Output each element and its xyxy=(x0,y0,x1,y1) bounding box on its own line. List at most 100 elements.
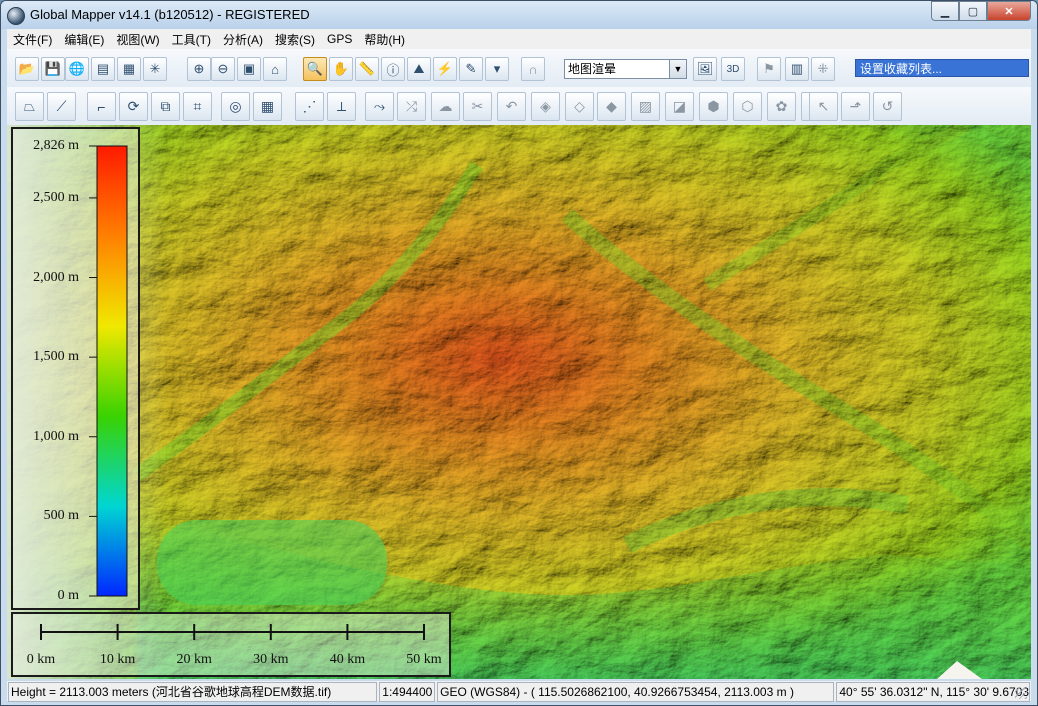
legend-label: 0 m xyxy=(57,588,79,603)
flag-icon[interactable]: ⚑ xyxy=(757,57,781,81)
title-bar[interactable]: Global Mapper v14.1 (b120512) - REGISTER… xyxy=(1,1,1037,29)
overlay-control-icon[interactable]: ▦ xyxy=(117,57,141,81)
cut-line-icon[interactable]: ✂ xyxy=(463,92,492,121)
minimize-button[interactable]: ▁ xyxy=(931,1,959,21)
menu-tools[interactable]: 工具(T) xyxy=(166,31,217,48)
pan-tool-icon[interactable]: ✋ xyxy=(329,57,353,81)
curve-back-icon[interactable]: ↺ xyxy=(873,92,902,121)
attribute-code-icon[interactable]: ⌗ xyxy=(183,92,212,121)
union-icon[interactable]: ◇ xyxy=(565,92,594,121)
legend-label: 2,826 m xyxy=(33,138,79,153)
status-bar: Height = 2113.003 meters (河北省谷歌地球高程DEM数据… xyxy=(7,681,1031,702)
scale-label: 50 km xyxy=(406,652,442,667)
create-line-icon[interactable]: ⟋ xyxy=(47,92,76,121)
globe-app-icon[interactable] xyxy=(7,7,25,25)
split-line-icon[interactable]: ⤳ xyxy=(365,92,394,121)
dropdown-tool-icon[interactable]: ▾ xyxy=(485,57,509,81)
shader-select[interactable]: 地图渲晕 ▼ xyxy=(564,59,687,79)
elevation-legend: 2,826 m 2,500 m 2,000 m 1,500 m 1,000 m 500 m… xyxy=(11,127,140,610)
color-ramp-bar xyxy=(96,145,128,597)
main-toolbar: 地图渲晕 ▼ 设置收藏列表... 📂 💾 🌐 ▤ ▦ ✳ ⊕ ⊖ ▣ ⌂ 🔍 ✋ 📏 ⓘ ⛰ ⚡ ✎ ▾ ∩ 🖼 3D ⚑… xyxy=(7,49,1031,88)
legend-label: 2,500 m xyxy=(33,189,79,205)
maximize-icon: ▢ xyxy=(967,5,979,18)
close-icon: ✕ xyxy=(1004,5,1014,18)
digitizer-icon[interactable]: ✎ xyxy=(459,57,483,81)
buffer-icon[interactable]: ◈ xyxy=(531,92,560,121)
create-point-icon[interactable]: ⌐ xyxy=(87,92,116,121)
gps-icon[interactable]: ∩ xyxy=(521,57,545,81)
chevron-down-icon[interactable]: ▼ xyxy=(669,60,686,78)
minimize-icon: ▁ xyxy=(940,5,950,18)
status-dms: 40° 55' 36.0312" N, 115° 30' 9.6703" E xyxy=(836,682,1030,702)
area-simplify-icon[interactable]: ✿ xyxy=(767,92,796,121)
shader-select-value: 地图渲晕 xyxy=(568,62,617,76)
app-window: Global Mapper v14.1 (b120512) - REGISTER… xyxy=(0,0,1038,706)
rotate-feature-icon[interactable]: ⟳ xyxy=(119,92,148,121)
zoom-out-icon[interactable]: ⊖ xyxy=(211,57,235,81)
join-lines-icon[interactable]: ⤮ xyxy=(397,92,426,121)
legend-label: 2,000 m xyxy=(33,269,79,285)
favorites-box[interactable]: 设置收藏列表... xyxy=(855,59,1029,77)
resize-grip-icon[interactable] xyxy=(1015,687,1027,699)
catalog-icon[interactable]: ▤ xyxy=(91,57,115,81)
scale-ticks xyxy=(40,624,425,640)
feature-info-icon[interactable]: ⓘ xyxy=(381,57,405,81)
edit-vertices-icon[interactable]: ⧉ xyxy=(151,92,180,121)
menu-view[interactable]: 视图(W) xyxy=(110,31,165,48)
save-icon[interactable]: 💾 xyxy=(41,57,65,81)
create-area-icon[interactable]: ⏢ xyxy=(15,92,44,121)
home-view-icon[interactable]: ⌂ xyxy=(263,57,287,81)
link-icon[interactable]: ⁜ xyxy=(811,57,835,81)
config-icon[interactable]: ✳ xyxy=(143,57,167,81)
grid-create-icon[interactable]: ▦ xyxy=(253,92,282,121)
menu-edit[interactable]: 编辑(E) xyxy=(58,31,110,48)
menu-help[interactable]: 帮助(H) xyxy=(358,31,411,48)
open-file-icon[interactable]: 📂 xyxy=(15,57,39,81)
maximize-button[interactable]: ▢ xyxy=(959,1,987,21)
3d-view-icon[interactable]: 3D xyxy=(721,57,745,81)
digitizer-toolbar: ⏢⟋⌐⟳⧉⌗◎▦⋰⟂⤳⤮☁✂↶◈◇◆▨◪⬢⬡✿⟲↖⬏↺ xyxy=(7,87,1031,126)
caption-buttons: ▁ ▢ ✕ xyxy=(931,1,1031,21)
area-merge-icon[interactable]: ⬢ xyxy=(699,92,728,121)
undo-shape-icon[interactable]: ↶ xyxy=(497,92,526,121)
split-area-icon[interactable]: ◪ xyxy=(665,92,694,121)
menu-analysis[interactable]: 分析(A) xyxy=(217,31,269,48)
arrow-select-icon[interactable]: ↖ xyxy=(809,92,838,121)
close-button[interactable]: ✕ xyxy=(987,1,1031,21)
menu-bar: 文件(F) 编辑(E) 视图(W) 工具(T) 分析(A) 搜索(S) GPS … xyxy=(7,29,1031,49)
legend-ticks xyxy=(89,145,97,597)
zoom-tool-icon[interactable]: 🔍 xyxy=(303,57,327,81)
step-forward-icon[interactable]: ⬏ xyxy=(841,92,870,121)
scale-bar: 0 km 10 km 20 km 30 km 40 km 50 km xyxy=(11,612,451,677)
globe-icon[interactable]: 🌐 xyxy=(65,57,89,81)
smooth-area-icon[interactable]: ☁ xyxy=(431,92,460,121)
scale-label: 40 km xyxy=(329,652,366,667)
status-scale: 1:494400 xyxy=(379,682,436,702)
crop-icon[interactable]: ▨ xyxy=(631,92,660,121)
measure-tool-icon[interactable]: 📏 xyxy=(355,57,379,81)
path-profile-icon[interactable]: ⛰ xyxy=(407,57,431,81)
menu-gps[interactable]: GPS xyxy=(321,32,358,46)
legend-label: 1,000 m xyxy=(33,428,79,444)
layer-window-icon[interactable]: ▥ xyxy=(785,57,809,81)
legend-label: 1,500 m xyxy=(33,349,79,365)
insert-vertex-icon[interactable]: ⟂ xyxy=(327,92,356,121)
window-title: Global Mapper v14.1 (b120512) - REGISTER… xyxy=(30,7,310,22)
legend-label: 500 m xyxy=(43,508,79,524)
scale-bar-graphic xyxy=(40,624,425,640)
menu-search[interactable]: 搜索(S) xyxy=(269,31,321,48)
area-subtract-icon[interactable]: ⬡ xyxy=(733,92,762,121)
status-info: Height = 2113.003 meters (河北省谷歌地球高程DEM数据… xyxy=(8,682,378,702)
move-vertex-icon[interactable]: ⋰ xyxy=(295,92,324,121)
3d-path-icon[interactable]: 🖼 xyxy=(693,57,717,81)
intersect-icon[interactable]: ◆ xyxy=(597,92,626,121)
menu-file[interactable]: 文件(F) xyxy=(7,31,58,48)
scale-label: 20 km xyxy=(176,652,212,667)
terrain-shaded-relief[interactable] xyxy=(7,125,1031,679)
zoom-in-icon[interactable]: ⊕ xyxy=(187,57,211,81)
map-view[interactable]: 2,826 m 2,500 m 2,000 m 1,500 m 1,000 m 500 m… xyxy=(7,125,1031,679)
full-view-icon[interactable]: ▣ xyxy=(237,57,261,81)
tower-icon[interactable]: ⚡ xyxy=(433,57,457,81)
combine-areas-icon[interactable]: ◎ xyxy=(221,92,250,121)
scale-label: 30 km xyxy=(253,652,289,667)
